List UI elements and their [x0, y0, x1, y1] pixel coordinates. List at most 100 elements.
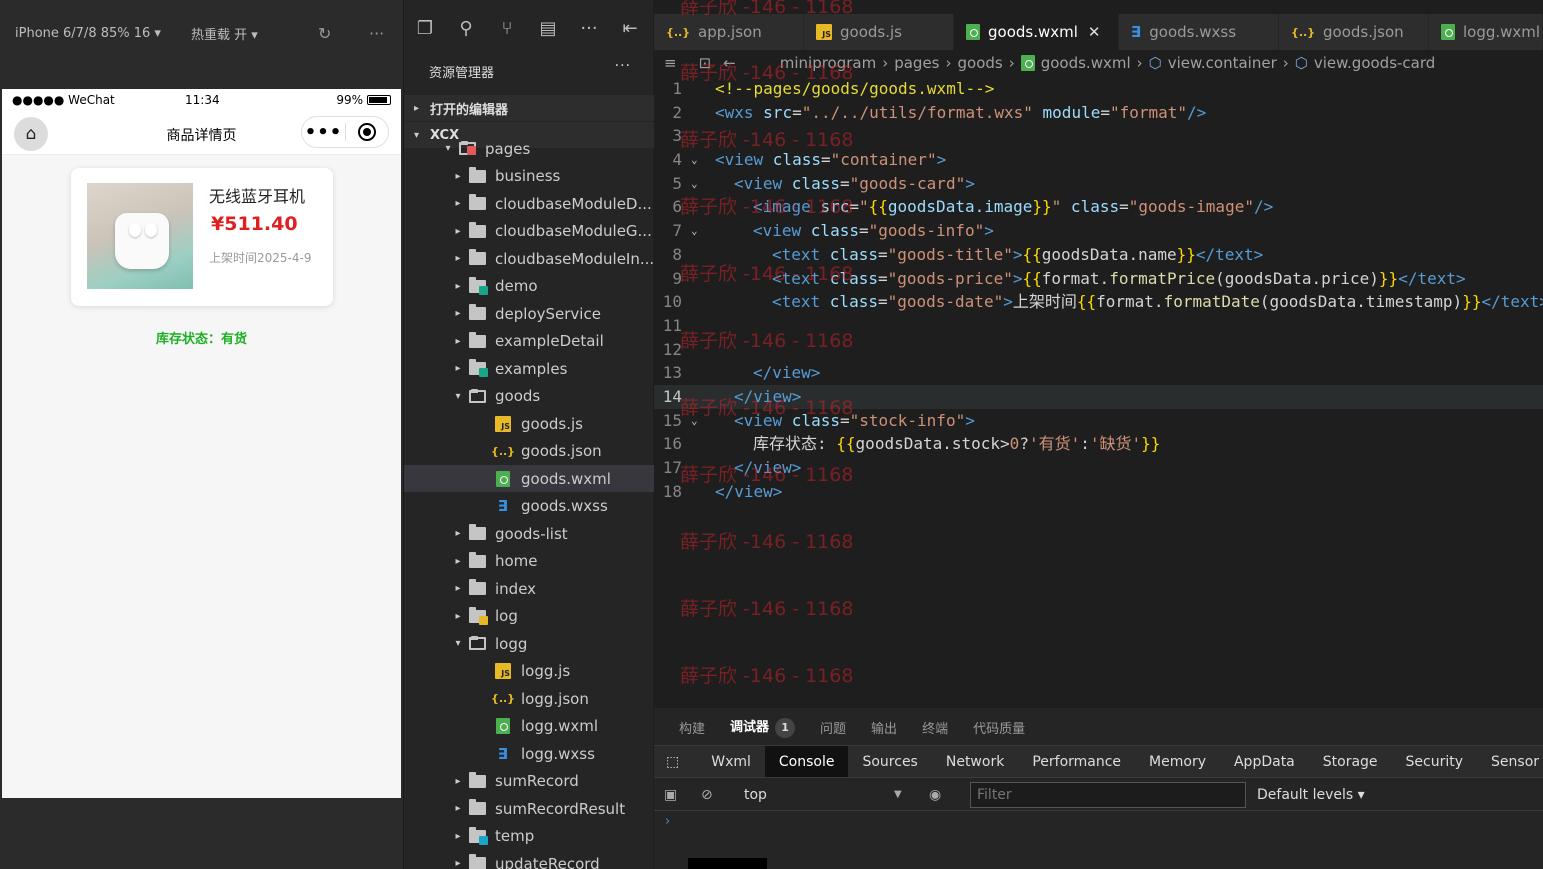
outline-icon[interactable]: ≡ [664, 54, 677, 72]
code-line[interactable]: 5 ⌄ <view class="goods-card"> [654, 172, 1543, 196]
tree-item[interactable]: ▾ logg [404, 630, 654, 657]
inspect-icon[interactable]: ⬚ [654, 746, 697, 777]
code-line[interactable]: 12 [654, 338, 1543, 362]
code-line[interactable]: 7 ⌄ <view class="goods-info"> [654, 219, 1543, 243]
devtools-tab[interactable]: Memory [1135, 746, 1220, 777]
tree-item[interactable]: logg.wxml [404, 713, 654, 740]
breadcrumb-item[interactable]: goods [958, 54, 1003, 72]
tree-item[interactable]: ∃ goods.wxss [404, 493, 654, 520]
devtools-tab[interactable]: Sensor [1477, 746, 1543, 777]
tree-item[interactable]: ▸ business [404, 163, 654, 190]
bookmark-icon[interactable]: ⊡ [699, 54, 712, 72]
code-line[interactable]: 6 <image src="{{goodsData.image}}" class=… [654, 195, 1543, 219]
code-line[interactable]: 2 <wxs src="../../utils/format.wxs" modul… [654, 101, 1543, 125]
save-icon[interactable]: ▤ [537, 18, 559, 39]
hot-reload-toggle[interactable]: 热重载 开 ▾ [191, 24, 258, 43]
fold-chevron-icon[interactable]: ⌄ [691, 219, 698, 243]
panel-tab[interactable]: 问题 [820, 718, 846, 737]
panel-tab[interactable]: 构建 [679, 718, 705, 737]
open-editors-section[interactable]: ▸ 打开的编辑器 [404, 95, 654, 121]
tree-item[interactable]: ▸ deployService [404, 300, 654, 327]
devtools-tab[interactable]: Network [932, 746, 1018, 777]
code-line[interactable]: 4 ⌄ <view class="container"> [654, 148, 1543, 172]
code-line[interactable]: 13 </view> [654, 361, 1543, 385]
refresh-icon[interactable]: ↻ [318, 24, 331, 43]
tree-item[interactable]: ▸ cloudbaseModuleD... [404, 190, 654, 217]
code-line[interactable]: 1 <!--pages/goods/goods.wxml--> [654, 77, 1543, 101]
tree-item[interactable]: ▸ cloudbaseModuleG... [404, 218, 654, 245]
editor-tab[interactable]: logg.wxml [1429, 14, 1543, 50]
filter-input[interactable] [970, 782, 1246, 808]
collapse-panel-icon[interactable]: ⇤ [619, 18, 641, 39]
files-icon[interactable]: ❐ [414, 18, 436, 39]
devtools-tab[interactable]: Performance [1018, 746, 1135, 777]
devtools-tab[interactable]: Security [1392, 746, 1478, 777]
tree-item[interactable]: ▸ index [404, 575, 654, 602]
tree-item[interactable]: ▸ exampleDetail [404, 328, 654, 355]
sidebar-toggle-icon[interactable]: ▣ [664, 787, 677, 803]
code-line[interactable]: 15 ⌄ <view class="stock-info"> [654, 409, 1543, 433]
code-line[interactable]: 18 </view> [654, 480, 1543, 504]
tree-item[interactable]: ▾ goods [404, 383, 654, 410]
tree-item[interactable]: goods.wxml [404, 465, 654, 492]
panel-tab[interactable]: 调试器 1 [730, 716, 796, 738]
search-icon[interactable]: ⚲ [455, 18, 477, 39]
clear-console-icon[interactable]: ⊘ [701, 787, 713, 803]
tree-item[interactable]: ▸ updateRecord [404, 850, 654, 869]
devtools-tab[interactable]: AppData [1220, 746, 1309, 777]
code-line[interactable]: 11 [654, 314, 1543, 338]
code-line[interactable]: 17 </view> [654, 456, 1543, 480]
fold-chevron-icon[interactable]: ⌄ [691, 148, 698, 172]
log-levels-select[interactable]: Default levels ▾ [1257, 787, 1365, 803]
code-line[interactable]: 8 <text class="goods-title">{{goodsData.n… [654, 243, 1543, 267]
close-icon[interactable]: ✕ [1088, 23, 1101, 41]
explorer-more-icon[interactable]: ··· [615, 58, 631, 74]
editor-tab[interactable]: ∃ goods.wxss [1119, 14, 1279, 50]
editor-tab[interactable]: {..} app.json [654, 14, 804, 50]
tree-item[interactable]: ▸ home [404, 548, 654, 575]
tree-item[interactable]: ▸ demo [404, 273, 654, 300]
breadcrumb-item[interactable]: goods.wxml [1041, 54, 1131, 72]
tree-item[interactable]: ▸ sumRecord [404, 768, 654, 795]
devtools-tab[interactable]: Storage [1309, 746, 1392, 777]
panel-tab[interactable]: 输出 [871, 718, 897, 737]
panel-tab[interactable]: 代码质量 [973, 718, 1025, 737]
tree-item[interactable]: {..} goods.json [404, 438, 654, 465]
breadcrumb-item[interactable]: view.goods-card [1314, 54, 1435, 72]
devtools-tab[interactable]: Wxml [697, 746, 765, 777]
capsule-more-icon[interactable]: ••• [302, 122, 345, 143]
tree-item[interactable]: ▸ sumRecordResult [404, 795, 654, 822]
devtools-tab[interactable]: Sources [848, 746, 931, 777]
fold-chevron-icon[interactable]: ⌄ [691, 172, 698, 196]
tree-item[interactable]: JS goods.js [404, 410, 654, 437]
tree-item[interactable]: ▸ log [404, 603, 654, 630]
eye-icon[interactable]: ◉ [929, 787, 941, 803]
tree-item[interactable]: ∃ logg.wxss [404, 740, 654, 767]
editor-tab[interactable]: goods.wxml ✕ [954, 14, 1119, 50]
tree-item[interactable]: {..} logg.json [404, 685, 654, 712]
breadcrumb-item[interactable]: view.container [1168, 54, 1277, 72]
tree-item[interactable]: ▸ examples [404, 355, 654, 382]
context-selector[interactable]: top [744, 787, 906, 803]
tree-item[interactable]: ▸ goods-list [404, 520, 654, 547]
code-line[interactable]: 10 <text class="goods-date">上架时间{{format.… [654, 290, 1543, 314]
breadcrumb-item[interactable]: pages [894, 54, 939, 72]
tree-item[interactable]: JS logg.js [404, 658, 654, 685]
code-line[interactable]: 14 </view> [654, 384, 1543, 409]
code-line[interactable]: 9 <text class="goods-price">{{format.form… [654, 267, 1543, 291]
source-control-icon[interactable]: ⑂ [496, 18, 518, 39]
device-selector[interactable]: iPhone 6/7/8 85% 16 ▾ [15, 26, 161, 41]
more-icon[interactable]: ··· [369, 24, 384, 43]
editor-tab[interactable]: {..} goods.json [1279, 14, 1429, 50]
code-area[interactable]: 1 <!--pages/goods/goods.wxml--> 2 <wxs src=… [654, 77, 1543, 503]
devtools-tab[interactable]: Console [764, 746, 849, 777]
tree-item[interactable]: ▾ pages [404, 135, 654, 162]
code-line[interactable]: 3 [654, 124, 1543, 148]
console-prompt[interactable]: › [665, 814, 670, 829]
editor-tab[interactable]: JS goods.js [804, 14, 954, 50]
tree-item[interactable]: ▸ cloudbaseModuleIn... [404, 245, 654, 272]
back-arrow-icon[interactable]: ← [723, 54, 736, 72]
capsule-close-icon[interactable] [346, 123, 388, 141]
code-line[interactable]: 16 库存状态: {{goodsData.stock>0?'有货':'缺货'}} [654, 432, 1543, 456]
tree-item[interactable]: ▸ temp [404, 823, 654, 850]
